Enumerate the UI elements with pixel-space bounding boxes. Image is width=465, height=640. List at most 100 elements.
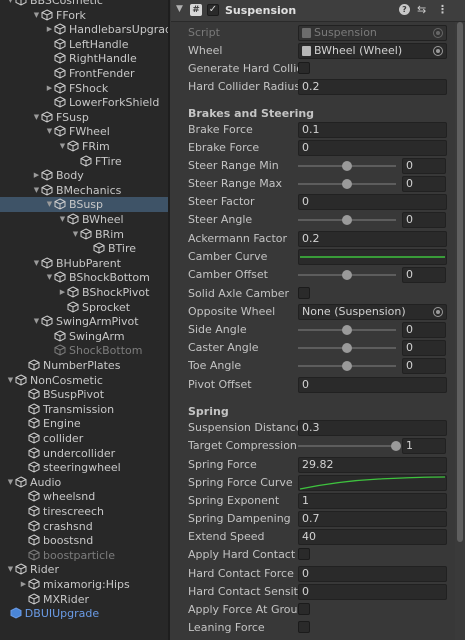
hierarchy-item[interactable]: Transmission [0, 402, 114, 417]
hierarchy-item[interactable]: ▼ SwingArmPivot [0, 314, 139, 329]
inspector-scrollbar[interactable] [455, 22, 465, 640]
hierarchy-item[interactable]: DBUIUpgrade [0, 606, 99, 621]
slider-track[interactable] [298, 445, 396, 447]
hierarchy-item[interactable]: boostparticle [0, 548, 115, 563]
slider-knob[interactable] [342, 361, 352, 371]
hierarchy-item[interactable]: NumberPlates [0, 358, 120, 373]
hard-collider-radius-field[interactable]: 0.2 [298, 79, 447, 95]
expand-arrow-icon[interactable]: ▼ [6, 373, 15, 388]
spring-force-field[interactable]: 29.82 [298, 457, 447, 473]
hierarchy-item[interactable]: LowerForkShield [0, 95, 159, 110]
hierarchy-item[interactable]: ▶ mixamorig:Hips [0, 577, 130, 592]
hierarchy-item[interactable]: ▼ FWheel [0, 124, 110, 139]
component-header[interactable]: ▼ # ✓ Suspension ? ⇆ ⋮ [171, 0, 465, 22]
hierarchy-item[interactable]: ▼ FRim [0, 139, 110, 154]
hierarchy-item[interactable]: MXRider [0, 592, 89, 607]
object-picker-icon[interactable] [433, 46, 443, 56]
hierarchy-panel[interactable]: ▼ BBSCosmetic ▼ FFork ▶ HandlebarsUpgrade Left… [0, 0, 168, 640]
hierarchy-item[interactable]: ▼ BWheel [0, 212, 124, 227]
caster-angle-slider[interactable]: 0 [298, 339, 460, 357]
hierarchy-item[interactable]: ▶ FShock [0, 81, 108, 96]
hierarchy-item[interactable]: collider [0, 431, 83, 446]
hierarchy-item[interactable]: ▼ BShockBottom [0, 270, 150, 285]
apply-force-at-ground-checkbox[interactable] [298, 603, 310, 615]
slider-knob[interactable] [342, 270, 352, 280]
solid-axle-camber-checkbox[interactable] [298, 287, 310, 299]
expand-arrow-icon[interactable]: ▼ [32, 314, 41, 329]
slider-knob[interactable] [342, 343, 352, 353]
hierarchy-item[interactable]: BSuspPivot [0, 387, 104, 402]
hard-contact-sensitivity-field[interactable]: 0 [298, 584, 447, 600]
brake-force-field[interactable]: 0.1 [298, 122, 447, 138]
hierarchy-item[interactable]: ▼ BMechanics [0, 183, 122, 198]
hierarchy-item[interactable]: ShockBottom [0, 343, 142, 358]
camber-curve-field[interactable] [298, 249, 447, 265]
hierarchy-item[interactable]: tirescreech [0, 504, 104, 519]
hierarchy-item[interactable]: ▼ Rider [0, 562, 59, 577]
expand-arrow-icon[interactable]: ▼ [6, 475, 15, 490]
hierarchy-item[interactable]: ▼ Audio [0, 475, 61, 490]
hierarchy-item[interactable]: ▼ NonCosmetic [0, 373, 103, 388]
expand-arrow-icon[interactable]: ▼ [45, 270, 54, 285]
slider-knob[interactable] [342, 325, 352, 335]
enabled-checkbox[interactable]: ✓ [207, 4, 219, 16]
hierarchy-item[interactable]: ▶ Body [0, 168, 84, 183]
wheel-field[interactable]: BWheel (Wheel) [298, 43, 447, 59]
preset-icon[interactable]: ⇆ [417, 3, 426, 16]
hierarchy-item[interactable]: FrontFender [0, 66, 135, 81]
expand-arrow-icon[interactable]: ▼ [45, 197, 54, 212]
expand-arrow-icon[interactable]: ▼ [45, 124, 54, 139]
scrollbar-thumb[interactable] [457, 22, 463, 542]
toe-angle-field[interactable]: 0 [402, 358, 446, 374]
slider-knob[interactable] [391, 441, 401, 451]
hierarchy-item[interactable]: steeringwheel [0, 460, 121, 475]
slider-knob[interactable] [342, 179, 352, 189]
opposite-wheel-field[interactable]: None (Suspension) [298, 304, 447, 320]
steer-angle-field[interactable]: 0 [402, 212, 446, 228]
caster-angle-field[interactable]: 0 [402, 340, 446, 356]
hierarchy-item[interactable]: ▼ BSusp [0, 197, 168, 213]
hierarchy-item[interactable]: ▼ FSusp [0, 110, 89, 125]
camber-offset-slider[interactable]: 0 [298, 266, 460, 284]
toe-angle-slider[interactable]: 0 [298, 357, 460, 375]
spring-force-curve-field[interactable] [298, 475, 447, 491]
expand-arrow-icon[interactable]: ▼ [58, 212, 67, 227]
hierarchy-item[interactable]: boostsnd [0, 533, 93, 548]
collapse-arrow-icon[interactable]: ▶ [45, 81, 54, 96]
hierarchy-item[interactable]: Sprocket [0, 300, 130, 315]
expand-arrow-icon[interactable]: ▼ [71, 227, 80, 242]
suspension-distance-field[interactable]: 0.3 [298, 420, 447, 436]
target-compression-slider[interactable]: 1 [298, 437, 460, 455]
panel-divider[interactable] [168, 0, 170, 640]
expand-arrow-icon[interactable]: ▼ [32, 183, 41, 198]
hierarchy-item[interactable]: ▼ FFork [0, 8, 86, 23]
steer-angle-slider[interactable]: 0 [298, 211, 460, 229]
steer-range-min-field[interactable]: 0 [402, 158, 446, 174]
pivot-offset-field[interactable]: 0 [298, 377, 447, 393]
leaning-force-checkbox[interactable] [298, 621, 310, 633]
hierarchy-item[interactable]: undercollider [0, 446, 115, 461]
ackermann-factor-field[interactable]: 0.2 [298, 231, 447, 247]
ebrake-force-field[interactable]: 0 [298, 140, 447, 156]
camber-offset-field[interactable]: 0 [402, 267, 446, 283]
expand-arrow-icon[interactable]: ▼ [32, 110, 41, 125]
expand-arrow-icon[interactable]: ▼ [58, 139, 67, 154]
expand-arrow-icon[interactable]: ▼ [32, 256, 41, 271]
hierarchy-item[interactable]: Engine [0, 416, 81, 431]
generate-hard-collider-checkbox[interactable] [298, 62, 310, 74]
slider-knob[interactable] [342, 215, 352, 225]
steer-range-min-slider[interactable]: 0 [298, 157, 460, 175]
hierarchy-item[interactable]: SwingArm [0, 329, 125, 344]
expand-arrow-icon[interactable]: ▼ [6, 562, 15, 577]
expand-arrow-icon[interactable]: ▼ [32, 8, 41, 23]
hierarchy-item[interactable]: RightHandle [0, 51, 137, 66]
hierarchy-item[interactable]: BTire [0, 241, 136, 256]
collapse-arrow-icon[interactable]: ▶ [58, 285, 67, 300]
side-angle-slider[interactable]: 0 [298, 321, 460, 339]
hierarchy-item[interactable]: LeftHandle [0, 37, 129, 52]
side-angle-field[interactable]: 0 [402, 322, 446, 338]
hierarchy-item[interactable]: ▼ BRim [0, 227, 124, 242]
help-icon[interactable]: ? [399, 4, 410, 15]
foldout-arrow-icon[interactable]: ▼ [176, 4, 183, 14]
spring-dampening-field[interactable]: 0.7 [298, 511, 447, 527]
